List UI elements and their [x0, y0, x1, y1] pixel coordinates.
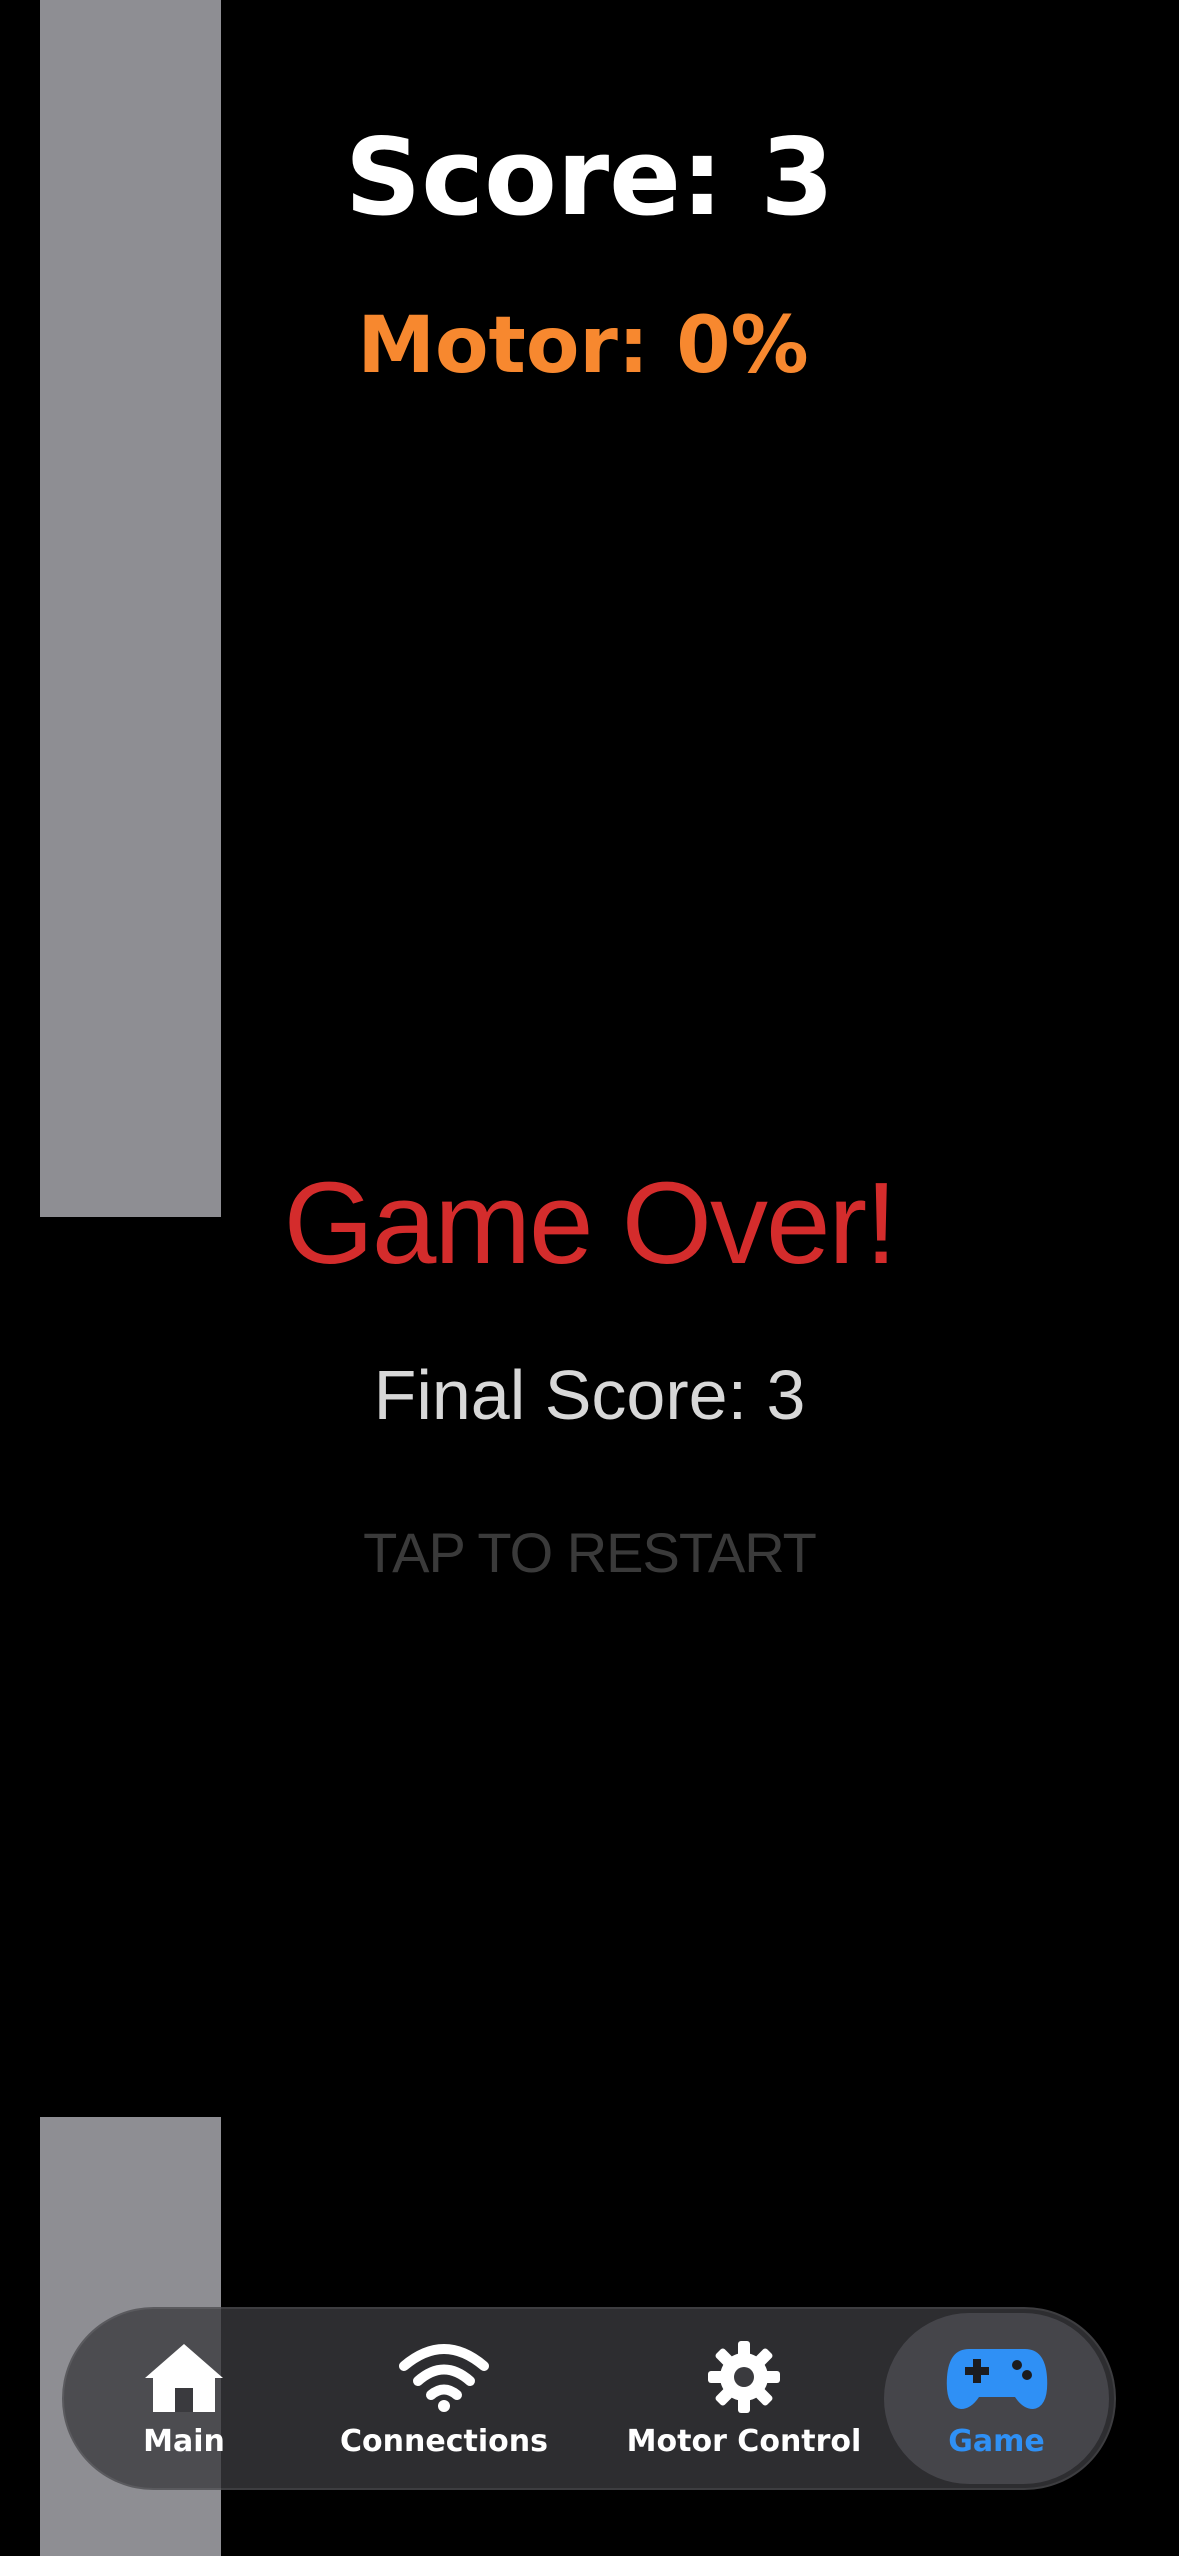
tap-to-restart-prompt[interactable]: TAP TO RESTART: [0, 1525, 1179, 1581]
tab-game-label: Game: [948, 2424, 1045, 2459]
tab-motor-control[interactable]: Motor Control: [589, 2309, 899, 2488]
house-icon: [129, 2338, 239, 2416]
gear-icon: [689, 2338, 799, 2416]
tab-game[interactable]: Game: [884, 2313, 1109, 2484]
tab-connections-label: Connections: [340, 2424, 548, 2459]
score-label: Score: 3: [344, 116, 835, 239]
final-score-label: Final Score: 3: [373, 1356, 806, 1434]
motor-label: Motor: 0%: [357, 301, 809, 391]
tab-motor-control-label: Motor Control: [626, 2424, 862, 2459]
game-over-title: Game Over!: [283, 1158, 898, 1288]
tab-main-label: Main: [143, 2424, 225, 2459]
wifi-icon: [389, 2338, 499, 2416]
gamecontroller-icon: [942, 2338, 1052, 2416]
tab-main[interactable]: Main: [124, 2309, 244, 2488]
tab-connections[interactable]: Connections: [319, 2309, 569, 2488]
tab-bar: Main Connections Motor Control Game: [62, 2307, 1116, 2490]
